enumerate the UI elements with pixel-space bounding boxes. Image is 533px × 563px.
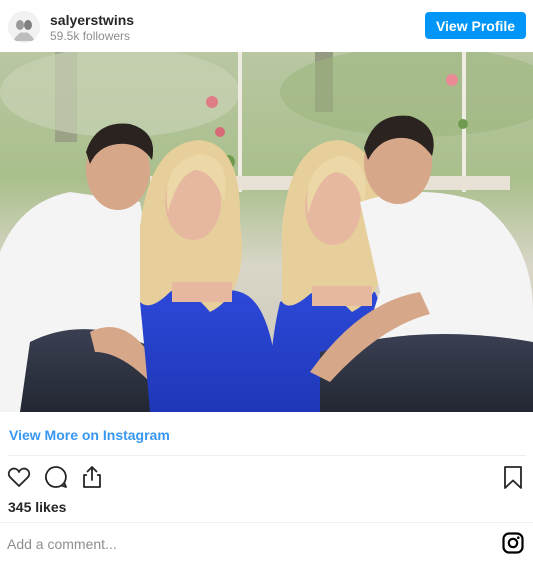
like-count[interactable]: 345 likes: [8, 499, 66, 515]
divider: [8, 455, 526, 456]
comment-icon[interactable]: [42, 463, 70, 491]
comment-input[interactable]: [7, 533, 487, 555]
divider: [0, 522, 533, 523]
bookmark-icon[interactable]: [499, 463, 527, 491]
avatar[interactable]: [8, 11, 40, 43]
heart-icon[interactable]: [5, 463, 33, 491]
post-image[interactable]: [0, 52, 533, 412]
view-more-link[interactable]: View More on Instagram: [9, 427, 170, 443]
view-profile-button[interactable]: View Profile: [425, 12, 526, 39]
post-header: salyerstwins 59.5k followers View Profil…: [0, 0, 533, 52]
instagram-icon[interactable]: [502, 532, 524, 554]
follower-count: 59.5k followers: [50, 29, 131, 43]
action-bar: [0, 460, 533, 494]
share-icon[interactable]: [78, 463, 106, 491]
username[interactable]: salyerstwins: [50, 12, 134, 28]
